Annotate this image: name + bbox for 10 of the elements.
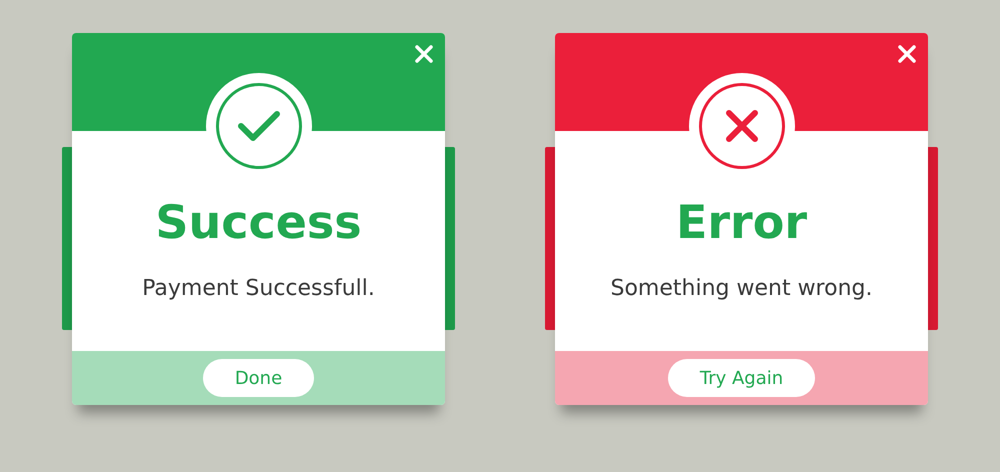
dialog-message: Payment Successfull. bbox=[142, 276, 375, 301]
dialog-title: Error bbox=[676, 194, 808, 250]
cross-icon bbox=[724, 109, 758, 143]
checkmark-icon bbox=[236, 109, 280, 143]
action-button[interactable]: Try Again bbox=[668, 359, 816, 397]
dialog-title: Success bbox=[155, 194, 362, 250]
action-button[interactable]: Done bbox=[202, 359, 314, 397]
dialog-message: Something went wrong. bbox=[610, 276, 872, 301]
close-icon bbox=[414, 44, 434, 64]
close-icon bbox=[897, 44, 917, 64]
